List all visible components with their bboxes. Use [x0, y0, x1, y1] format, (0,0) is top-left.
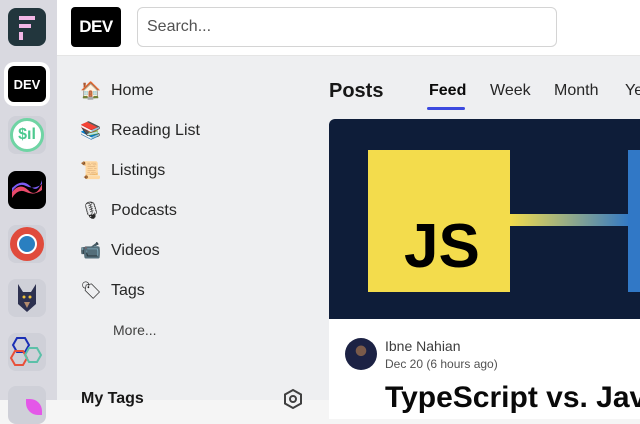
sidebar-item-label: Podcasts	[111, 202, 177, 219]
sidebar-item-home[interactable]: 🏠 Home	[79, 71, 154, 111]
sidebar-item-podcasts[interactable]: 🎙 Podcasts	[79, 191, 177, 231]
cover-image[interactable]: JS	[329, 119, 640, 319]
sidebar-item-videos[interactable]: 📹 Videos	[79, 231, 160, 271]
tab-year[interactable]: Year	[625, 82, 640, 100]
house-icon: 🏠	[80, 81, 102, 100]
community-rail: DEV $ıl	[0, 0, 57, 424]
dollar-signal-icon[interactable]: $ıl	[8, 116, 46, 154]
forem-icon[interactable]	[8, 8, 46, 46]
microphone-icon: 🎙	[80, 201, 102, 220]
sidebar-item-reading-list[interactable]: 📚 Reading List	[79, 111, 200, 151]
sidebar-item-label: Listings	[111, 162, 166, 179]
post-title[interactable]: TypeScript vs. Java	[385, 381, 640, 415]
tab-week[interactable]: Week	[490, 82, 531, 100]
js-logo: JS	[368, 150, 510, 292]
tag-icon: 🏷	[80, 281, 102, 300]
ts-logo	[628, 150, 640, 292]
wave-icon[interactable]	[8, 171, 46, 209]
more-link[interactable]: More...	[113, 310, 157, 350]
search-input[interactable]	[137, 7, 557, 47]
author-name[interactable]: Ibne Nahian	[385, 338, 461, 354]
community-globe-icon[interactable]	[8, 225, 46, 263]
settings-hexagon-icon[interactable]	[282, 388, 304, 410]
sidebar-item-label: Reading List	[111, 122, 200, 139]
top-header: DEV	[57, 0, 640, 56]
sidebar-item-label: Tags	[111, 282, 145, 299]
tab-feed[interactable]: Feed	[429, 82, 466, 100]
dev-icon-label: DEV	[8, 66, 46, 102]
sidebar-item-label: Videos	[111, 242, 160, 259]
dev-community-icon[interactable]: DEV	[4, 62, 50, 106]
hexagons-icon[interactable]	[8, 333, 46, 371]
author-avatar[interactable]	[345, 338, 377, 370]
tab-month[interactable]: Month	[554, 82, 598, 100]
scroll-icon: 📜	[80, 161, 102, 180]
sidebar-item-listings[interactable]: 📜 Listings	[79, 151, 165, 191]
left-sidebar: 🏠 Home 📚 Reading List 📜 Listings 🎙 Podcasts …	[57, 56, 327, 410]
dev-logo[interactable]: DEV	[71, 7, 121, 47]
my-tags-heading: My Tags	[81, 390, 144, 407]
main-feed: Posts Feed Week Month Year JS Ibne Nahia…	[327, 56, 640, 419]
doberman-icon[interactable]	[8, 279, 46, 317]
video-camera-icon: 📹	[80, 241, 102, 260]
pink-leaf-icon[interactable]	[8, 386, 46, 424]
connector-bar	[510, 214, 630, 226]
sidebar-item-tags[interactable]: 🏷 Tags	[79, 271, 145, 311]
active-tab-indicator	[427, 107, 465, 110]
sidebar-item-label: Home	[111, 82, 154, 99]
page-title: Posts	[329, 80, 384, 102]
post-date: Dec 20 (6 hours ago)	[385, 357, 498, 371]
books-icon: 📚	[80, 121, 102, 140]
post-card[interactable]: JS Ibne Nahian Dec 20 (6 hours ago) Type…	[329, 119, 640, 419]
